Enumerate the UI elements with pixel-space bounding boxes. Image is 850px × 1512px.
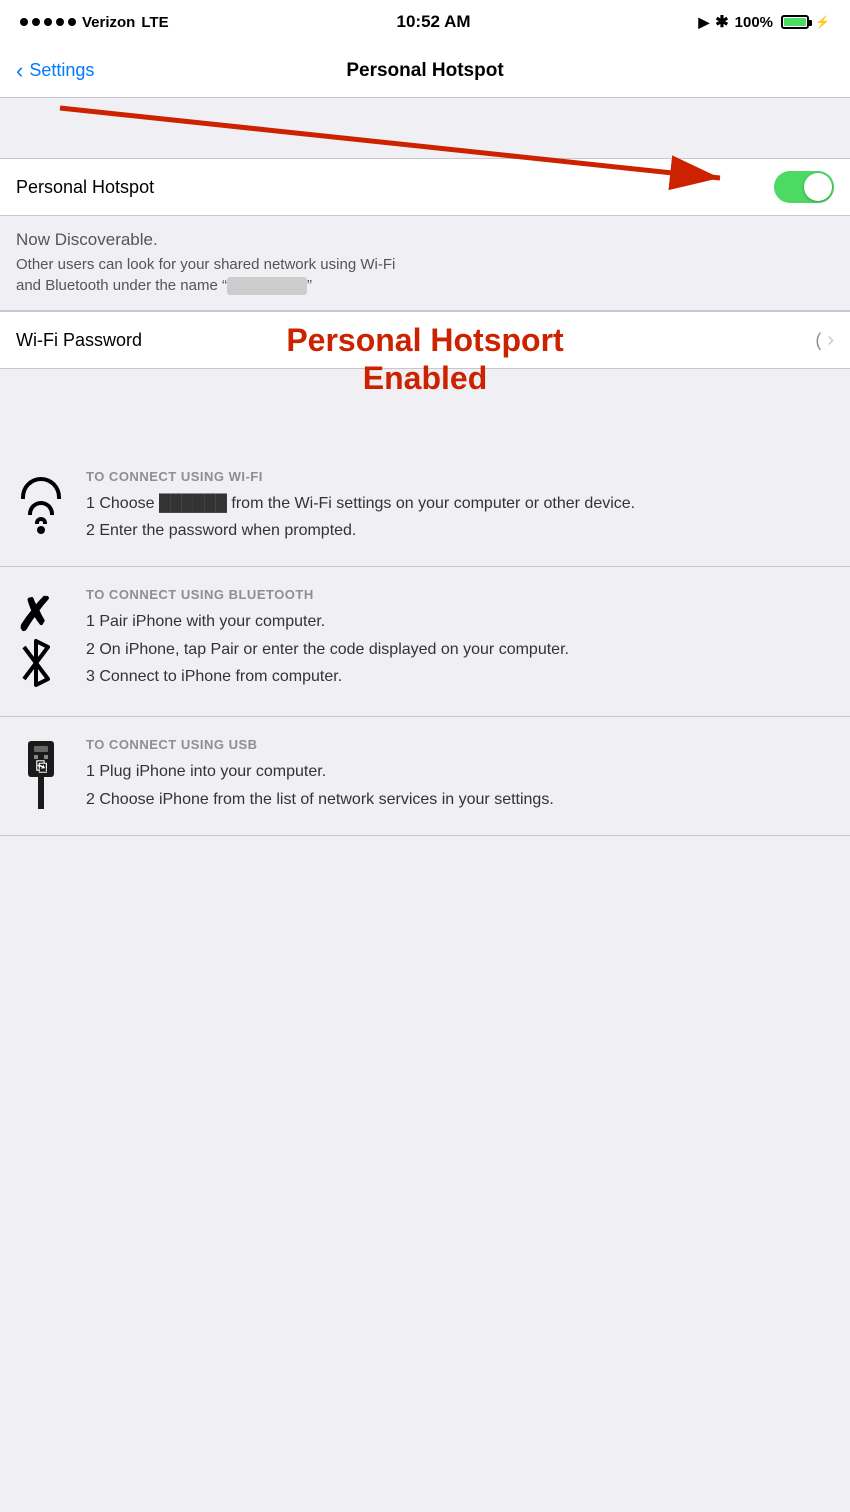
clock: 10:52 AM <box>397 12 471 32</box>
carrier-label: Verizon <box>82 14 135 31</box>
charging-icon: ⚡ <box>815 15 830 29</box>
bluetooth-instruction-block: ✗ TO CONNECT USING BLUETOOTH 1 Pair iPho… <box>0 567 850 717</box>
discoverable-title: Now Discoverable. <box>16 230 834 250</box>
back-label: Settings <box>29 60 94 81</box>
wifi-password-chevron: › <box>827 329 834 352</box>
usb-icon-container: ⎘ <box>16 737 66 809</box>
wifi-instruction-header: TO CONNECT USING WI-FI <box>86 469 834 484</box>
toggle-thumb <box>804 173 832 201</box>
bluetooth-instruction-header: TO CONNECT USING BLUETOOTH <box>86 587 834 602</box>
wifi-step-2: 2 Enter the password when prompted. <box>86 519 834 542</box>
wifi-password-label: Wi-Fi Password <box>16 330 142 351</box>
back-chevron-icon: ‹ <box>16 60 23 82</box>
status-right: ▶ ✱ 100% ⚡ <box>698 12 830 32</box>
wifi-password-value: ( <box>815 330 821 351</box>
battery-percent: 100% <box>735 14 773 31</box>
wifi-instruction-content: TO CONNECT USING WI-FI 1 Choose ██████ f… <box>86 469 834 546</box>
hotspot-toggle-label: Personal Hotspot <box>16 177 154 198</box>
discoverable-desc: Other users can look for your shared net… <box>16 254 834 296</box>
discoverable-desc-1: Other users can look for your shared net… <box>16 256 395 273</box>
bluetooth-instruction-content: TO CONNECT USING BLUETOOTH 1 Pair iPhone… <box>86 587 834 692</box>
wifi-password-group: Wi-Fi Password ( › <box>0 311 850 369</box>
svg-text:⎘: ⎘ <box>36 758 47 774</box>
wifi-instruction-block: TO CONNECT USING WI-FI 1 Choose ██████ f… <box>0 449 850 567</box>
network-name-blur <box>227 277 307 295</box>
bt-step-1: 1 Pair iPhone with your computer. <box>86 610 834 633</box>
hotspot-toggle[interactable] <box>774 171 834 203</box>
discoverable-section: Now Discoverable. Other users can look f… <box>0 216 850 311</box>
back-button[interactable]: ‹ Settings <box>16 60 94 82</box>
hotspot-toggle-group: Personal Hotspot <box>0 158 850 216</box>
bluetooth-svg <box>16 637 56 689</box>
wifi-password-right: ( › <box>815 329 834 352</box>
wifi-signal-icon <box>21 473 61 534</box>
usb-instruction-header: TO CONNECT USING USB <box>86 737 834 752</box>
annotation-spacer <box>0 369 850 449</box>
annotation-area <box>0 98 850 158</box>
wifi-password-row[interactable]: Wi-Fi Password ( › <box>0 312 850 368</box>
battery-icon <box>781 15 809 29</box>
signal-dots <box>20 18 76 26</box>
wifi-step-1: 1 Choose ██████ from the Wi-Fi settings … <box>86 492 834 515</box>
bt-step-3: 3 Connect to iPhone from computer. <box>86 665 834 688</box>
status-left: Verizon LTE <box>20 14 169 31</box>
bt-step-2: 2 On iPhone, tap Pair or enter the code … <box>86 638 834 661</box>
usb-symbol-icon: ⎘ <box>18 741 64 809</box>
wifi-icon-container <box>16 469 66 534</box>
discoverable-desc-2: and Bluetooth under the name “ <box>16 277 227 294</box>
status-bar: Verizon LTE 10:52 AM ▶ ✱ 100% ⚡ <box>0 0 850 44</box>
network-type: LTE <box>141 14 168 31</box>
nav-bar: ‹ Settings Personal Hotspot <box>0 44 850 98</box>
instructions-section: TO CONNECT USING WI-FI 1 Choose ██████ f… <box>0 449 850 836</box>
bluetooth-icon: ✱ <box>715 12 728 32</box>
hotspot-toggle-row: Personal Hotspot <box>0 159 850 215</box>
bluetooth-symbol-icon: ✗ <box>16 591 66 696</box>
usb-step-1: 1 Plug iPhone into your computer. <box>86 760 834 783</box>
usb-instruction-block: ⎘ TO CONNECT USING USB 1 Plug iPhone int… <box>0 717 850 835</box>
nav-title: Personal Hotspot <box>346 60 503 82</box>
discoverable-desc-3: ” <box>307 277 312 294</box>
bluetooth-icon-container: ✗ <box>16 587 66 696</box>
usb-step-2: 2 Choose iPhone from the list of network… <box>86 788 834 811</box>
usb-instruction-content: TO CONNECT USING USB 1 Plug iPhone into … <box>86 737 834 814</box>
page-wrapper: Verizon LTE 10:52 AM ▶ ✱ 100% ⚡ ‹ Settin… <box>0 0 850 836</box>
hotspot-annotation-wrapper: Personal Hotsport Enabled Wi-Fi Password… <box>0 311 850 449</box>
location-icon: ▶ <box>698 14 709 31</box>
